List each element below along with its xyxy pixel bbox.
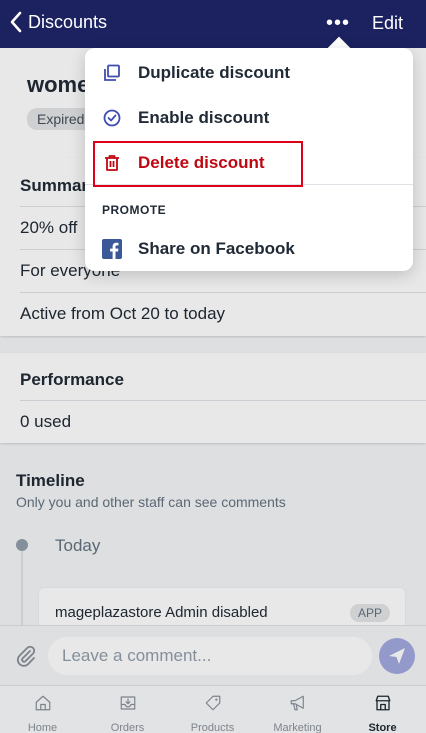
duplicate-discount-label: Duplicate discount — [138, 63, 291, 82]
back-button[interactable]: Discounts — [8, 11, 107, 33]
facebook-icon — [102, 239, 122, 259]
share-facebook-label: Share on Facebook — [138, 239, 295, 258]
chevron-left-icon — [10, 11, 22, 33]
navbar: Discounts ••• Edit — [0, 0, 426, 48]
share-facebook-item[interactable]: Share on Facebook — [85, 227, 413, 271]
duplicate-discount-item[interactable]: Duplicate discount — [85, 51, 413, 95]
duplicate-icon — [102, 63, 122, 83]
back-label: Discounts — [28, 11, 108, 32]
edit-button[interactable]: Edit — [372, 13, 403, 34]
delete-highlight-box — [93, 141, 303, 187]
enable-discount-item[interactable]: Enable discount — [85, 96, 413, 140]
more-actions-button[interactable]: ••• — [326, 12, 350, 35]
check-circle-icon — [102, 108, 122, 128]
promote-section-label: PROMOTE — [102, 203, 167, 217]
enable-discount-label: Enable discount — [138, 108, 270, 127]
